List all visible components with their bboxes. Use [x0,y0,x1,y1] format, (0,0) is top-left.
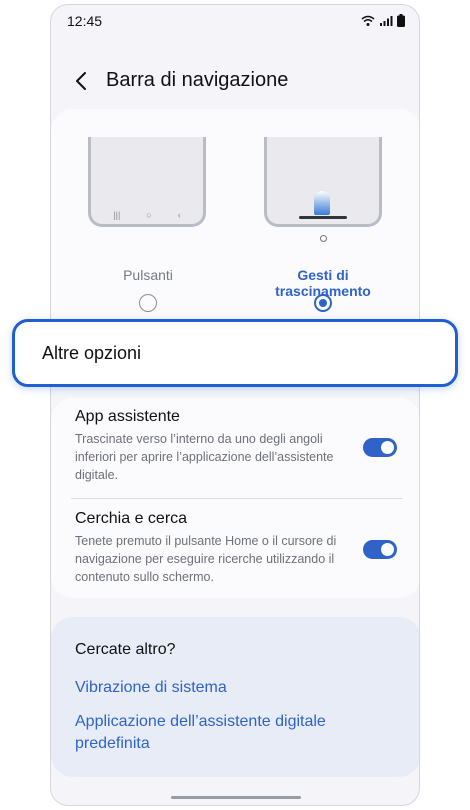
more-options-highlight[interactable]: Altre opzioni [12,319,458,387]
setting-description: Tenete premuto il pulsante Home o il cur… [75,534,337,584]
nav-buttons-row: ||| ○ ‹ [91,210,203,220]
setting-circle-to-search[interactable]: Cerchia e cerca Tenete premuto il pulsan… [75,510,405,586]
back-icon: ‹ [177,210,181,220]
setting-app-assistant[interactable]: App assistente Trascinate verso l’intern… [75,408,405,484]
wifi-icon [361,15,375,26]
radio-buttons[interactable] [139,294,157,312]
buttons-preview[interactable]: ||| ○ ‹ [88,137,206,227]
more-options-label: Altre opzioni [42,343,142,363]
swipe-gesture-icon [314,191,330,215]
back-button[interactable] [69,67,93,95]
page-title: Barra di navigazione [106,69,289,91]
more-options-card: App assistente Trascinate verso l’intern… [51,398,419,598]
recents-icon: ||| [113,210,121,220]
setting-description: Trascinate verso l’interno da uno degli … [75,432,334,482]
navigation-type-card: ||| ○ ‹ Pulsanti Gesti di trascinamento [51,109,419,339]
app-assistant-toggle[interactable] [363,438,397,457]
status-bar: 12:45 [51,5,419,39]
radio-gestures[interactable] [314,294,332,312]
app-header: Barra di navigazione [51,59,419,103]
search-more-card: Cercate altro? Vibrazione di sistema App… [51,617,419,777]
home-icon: ○ [146,210,152,220]
setting-title: App assistente [75,408,180,425]
gesture-bar [299,216,347,219]
search-more-title: Cercate altro? [75,641,176,658]
setting-title: Cerchia e cerca [75,510,188,527]
battery-icon [397,14,405,27]
gesture-home-bar [171,796,301,799]
link-default-assistant-app[interactable]: Applicazione dell’assistente digitale pr… [75,711,375,755]
status-icons [361,14,405,27]
circle-to-search-toggle[interactable] [363,540,397,559]
status-time: 12:45 [67,13,103,29]
divider [71,498,403,499]
gesture-hint-dot [320,235,327,242]
phone-frame: 12:45 Barra di navigazione ||| ○ ‹ Pulsa… [50,4,420,806]
link-system-vibration[interactable]: Vibrazione di sistema [75,677,375,699]
back-arrow-icon [76,72,86,90]
signal-icon [380,15,393,26]
option-label-buttons: Pulsanti [123,267,173,283]
gestures-preview[interactable] [264,137,382,227]
